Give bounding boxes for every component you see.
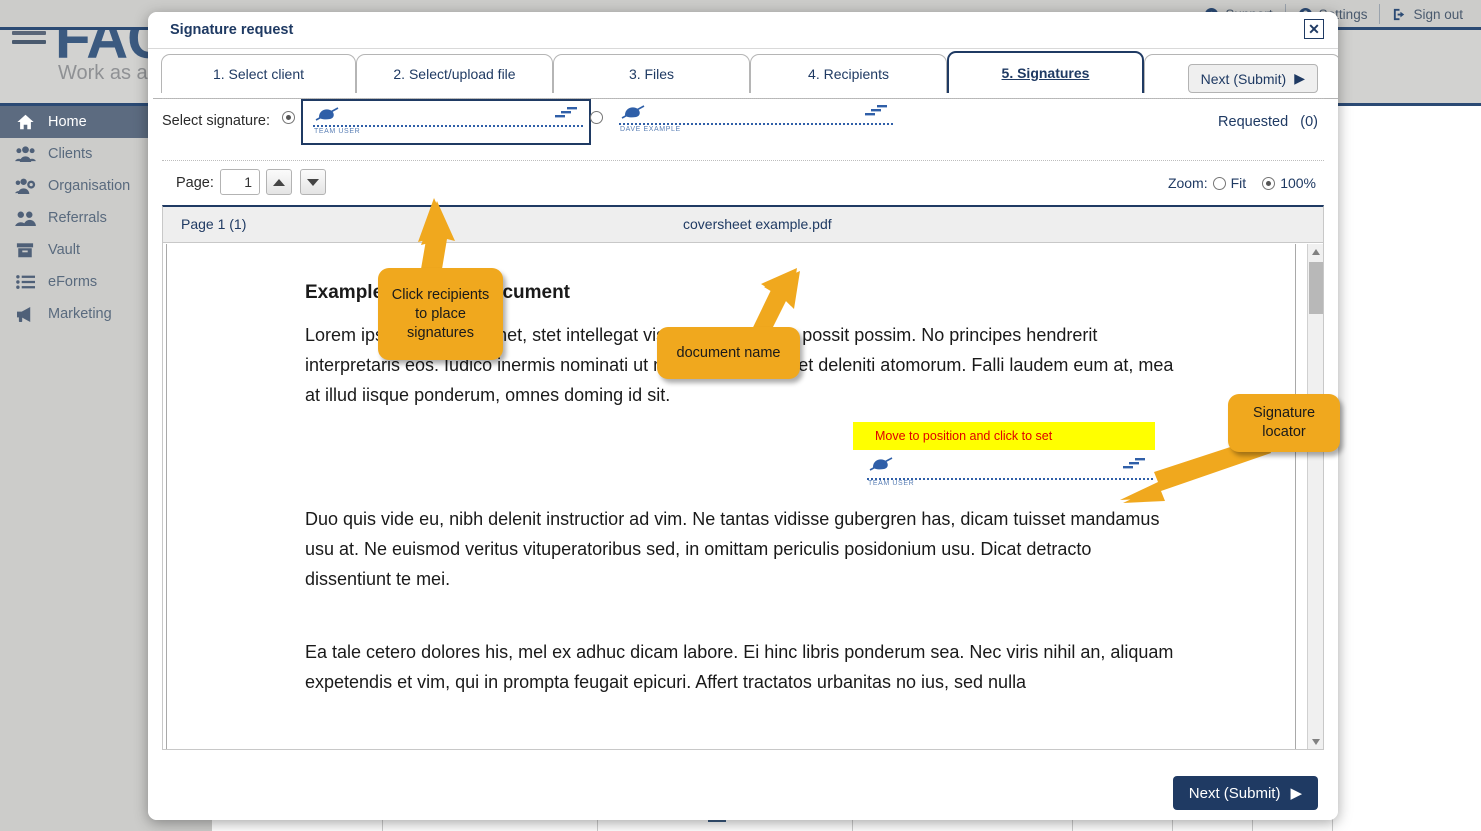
zoom-label: Zoom: — [1167, 175, 1208, 191]
requested-label: Requested — [1218, 114, 1289, 130]
select-signature-label: Select signature: — [162, 113, 271, 129]
separator-bottom — [162, 160, 1324, 161]
topbar-label-sign-out: Sign out — [1413, 6, 1463, 22]
sidebar-label-home: Home — [48, 114, 87, 130]
megaphone-icon — [14, 304, 36, 324]
wizard-tabs: 1. Select client 2. Select/upload file 3… — [153, 51, 1338, 99]
page-label: Page: — [176, 175, 214, 191]
list-icon — [14, 272, 36, 292]
signature-option-team-user[interactable]: TEAM USER — [282, 99, 591, 145]
tab-select-upload-file[interactable]: 2. Select/upload file — [356, 54, 553, 93]
vault-box-icon — [14, 240, 36, 260]
signature-dotted-line — [619, 123, 893, 125]
signature-marks-icon — [865, 103, 889, 117]
next-submit-top-button[interactable]: Next (Submit) ▶ — [1187, 64, 1318, 93]
signature-radio-dave-example[interactable] — [590, 111, 603, 124]
scrollbar-thumb[interactable] — [1309, 262, 1323, 314]
signature-glyph-icon — [619, 102, 649, 124]
sidebar-label-clients: Clients — [48, 146, 93, 162]
page-number-input[interactable] — [220, 169, 260, 195]
callout-click-recipients: Click recipients to place signatures — [378, 268, 503, 360]
modal-footer: Next (Submit) ▶ — [148, 758, 1338, 820]
chevron-right-icon: ▶ — [1290, 785, 1302, 802]
callout-signature-locator: Signature locator — [1228, 394, 1340, 452]
requested-count: (0) — [1300, 114, 1318, 130]
sidebar-label-eforms: eForms — [48, 274, 98, 290]
next-submit-bottom-button[interactable]: Next (Submit) ▶ — [1172, 776, 1318, 810]
people-gear-icon — [14, 176, 36, 196]
tab-select-client[interactable]: 1. Select client — [161, 54, 356, 93]
signature-dotted-line — [313, 125, 583, 127]
zoom-controls: Zoom: Fit 100% — [1168, 175, 1316, 191]
next-submit-bottom-label: Next (Submit) — [1188, 784, 1281, 802]
requested-status: Requested (0) — [1218, 114, 1318, 130]
locator-tooltip: Move to position and click to set — [853, 422, 1155, 450]
document-paragraph-3: Ea tale cetero dolores his, mel ex adhuc… — [305, 642, 1174, 692]
two-people-icon — [14, 208, 36, 228]
topbar-item-sign-out[interactable]: Sign out — [1379, 4, 1475, 24]
tab-signatures[interactable]: 5. Signatures — [947, 51, 1144, 93]
next-submit-top-label: Next (Submit) — [1200, 70, 1287, 87]
tab-recipients[interactable]: 4. Recipients — [750, 54, 947, 93]
page-down-button[interactable] — [300, 169, 326, 195]
page-up-button[interactable] — [266, 169, 292, 195]
signature-name-dave-example: DAVE EXAMPLE — [620, 126, 681, 133]
locator-signature-name: TEAM USER — [868, 480, 915, 487]
sign-out-icon — [1392, 7, 1407, 22]
home-icon — [14, 112, 36, 132]
signature-glyph-icon — [867, 454, 897, 476]
close-icon[interactable]: ✕ — [1304, 19, 1324, 39]
signature-card-team-user[interactable]: TEAM USER — [301, 99, 591, 145]
zoom-radio-fit[interactable] — [1212, 176, 1226, 190]
signature-request-modal: Signature request ✕ 1. Select client 2. … — [148, 12, 1338, 820]
zoom-radio-100[interactable] — [1262, 176, 1276, 190]
signature-select-row: Select signature: TEAM USER DAVE EXAMPLE… — [148, 99, 1338, 160]
tab-files[interactable]: 3. Files — [553, 54, 750, 93]
sidebar-label-vault: Vault — [48, 242, 80, 258]
next-submit-top-wrapper: Next (Submit) ▶ — [1187, 64, 1318, 93]
signature-marks-icon — [555, 105, 579, 119]
viewer-scrollbar[interactable] — [1307, 244, 1323, 749]
sidebar-label-organisation: Organisation — [48, 178, 131, 194]
zoom-label-fit: Fit — [1230, 175, 1247, 191]
page-zoom-row: Page: Zoom: Fit 100% — [148, 164, 1338, 206]
modal-titlebar: Signature request ✕ — [148, 12, 1338, 49]
signature-card-dave-example[interactable]: DAVE EXAMPLE — [609, 99, 899, 143]
zoom-label-100: 100% — [1280, 175, 1316, 191]
signature-radio-team-user[interactable] — [282, 111, 295, 124]
people-group-icon — [14, 144, 36, 164]
chevron-right-icon: ▶ — [1294, 70, 1305, 86]
sidebar-label-referrals: Referrals — [48, 210, 107, 226]
viewer-toolbar: Page 1 (1) coversheet example.pdf — [163, 207, 1323, 243]
signature-option-dave-example[interactable]: DAVE EXAMPLE — [590, 99, 899, 143]
signature-glyph-icon — [313, 104, 343, 126]
document-name-label: coversheet example.pdf — [683, 216, 832, 232]
page-indicator: Page 1 (1) — [181, 216, 247, 232]
sidebar-label-marketing: Marketing — [48, 306, 112, 322]
callout-document-name: document name — [657, 327, 800, 379]
scroll-up-icon[interactable] — [1308, 244, 1323, 260]
signature-name-team-user: TEAM USER — [314, 128, 361, 135]
app-root: FAC Work as a te Support Settings — [0, 0, 1481, 831]
locator-signature-preview: TEAM USER — [853, 454, 1155, 488]
modal-title: Signature request — [170, 22, 294, 38]
signature-locator-widget[interactable]: Move to position and click to set TEAM U… — [853, 422, 1155, 488]
scroll-down-icon[interactable] — [1308, 734, 1323, 749]
document-paragraph-2: Duo quis vide eu, nibh delenit instructi… — [305, 509, 1160, 589]
